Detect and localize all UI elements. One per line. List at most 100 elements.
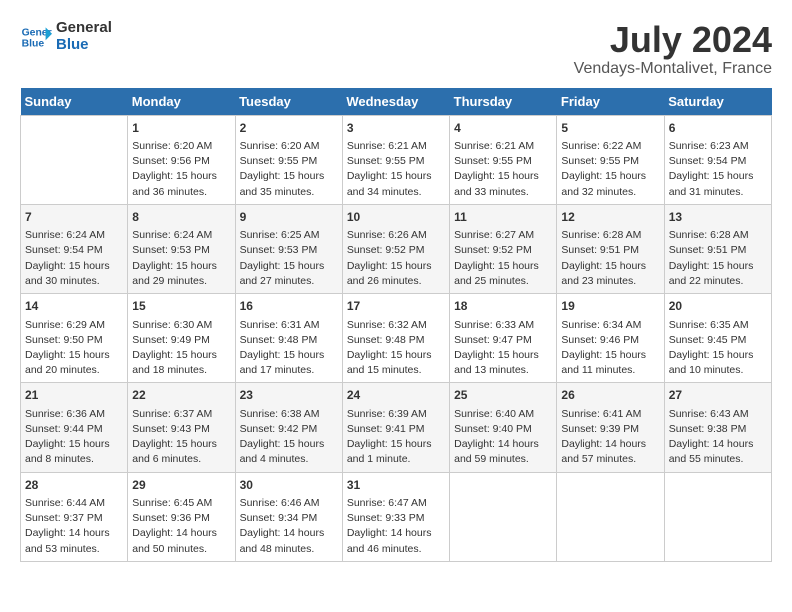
calendar-cell bbox=[21, 115, 128, 204]
day-info: Sunrise: 6:34 AMSunset: 9:46 PMDaylight:… bbox=[561, 318, 659, 379]
month-title: July 2024 bbox=[574, 20, 772, 60]
calendar-header-monday: Monday bbox=[128, 88, 235, 116]
day-info: Sunrise: 6:39 AMSunset: 9:41 PMDaylight:… bbox=[347, 407, 445, 468]
day-number: 18 bbox=[454, 298, 552, 315]
calendar-cell: 11Sunrise: 6:27 AMSunset: 9:52 PMDayligh… bbox=[450, 204, 557, 293]
calendar-header-row: SundayMondayTuesdayWednesdayThursdayFrid… bbox=[21, 88, 772, 116]
day-info: Sunrise: 6:46 AMSunset: 9:34 PMDaylight:… bbox=[240, 496, 338, 557]
calendar-cell: 9 Sunrise: 6:25 AMSunset: 9:53 PMDaylight… bbox=[235, 204, 342, 293]
calendar-cell: 6Sunrise: 6:23 AMSunset: 9:54 PMDaylight… bbox=[664, 115, 771, 204]
calendar-cell: 7 Sunrise: 6:24 AMSunset: 9:54 PMDaylight… bbox=[21, 204, 128, 293]
day-info: Sunrise: 6:21 AMSunset: 9:55 PMDaylight:… bbox=[454, 139, 552, 200]
day-number: 15 bbox=[132, 298, 230, 315]
day-info: Sunrise: 6:25 AMSunset: 9:53 PMDaylight:… bbox=[240, 228, 338, 289]
calendar-cell: 31 Sunrise: 6:47 AMSunset: 9:33 PMDayligh… bbox=[342, 472, 449, 561]
day-number: 24 bbox=[347, 387, 445, 404]
calendar-cell: 17 Sunrise: 6:32 AMSunset: 9:48 PMDayligh… bbox=[342, 294, 449, 383]
svg-text:Blue: Blue bbox=[22, 38, 45, 49]
day-info: Sunrise: 6:44 AMSunset: 9:37 PMDaylight:… bbox=[25, 496, 123, 557]
day-info: Sunrise: 6:47 AMSunset: 9:33 PMDaylight:… bbox=[347, 496, 445, 557]
calendar-header-thursday: Thursday bbox=[450, 88, 557, 116]
day-info: Sunrise: 6:35 AMSunset: 9:45 PMDaylight:… bbox=[669, 318, 767, 379]
calendar-cell: 12Sunrise: 6:28 AMSunset: 9:51 PMDayligh… bbox=[557, 204, 664, 293]
title-area: July 2024 Vendays-Montalivet, France bbox=[574, 20, 772, 78]
calendar-cell: 24 Sunrise: 6:39 AMSunset: 9:41 PMDayligh… bbox=[342, 383, 449, 472]
day-info: Sunrise: 6:28 AMSunset: 9:51 PMDaylight:… bbox=[669, 228, 767, 289]
calendar-cell: 29Sunrise: 6:45 AMSunset: 9:36 PMDayligh… bbox=[128, 472, 235, 561]
day-number: 28 bbox=[25, 477, 123, 494]
day-number: 5 bbox=[561, 120, 659, 137]
day-info: Sunrise: 6:23 AMSunset: 9:54 PMDaylight:… bbox=[669, 139, 767, 200]
day-info: Sunrise: 6:21 AMSunset: 9:55 PMDaylight:… bbox=[347, 139, 445, 200]
calendar-header-wednesday: Wednesday bbox=[342, 88, 449, 116]
calendar-cell: 18 Sunrise: 6:33 AMSunset: 9:47 PMDayligh… bbox=[450, 294, 557, 383]
day-number: 31 bbox=[347, 477, 445, 494]
day-number: 29 bbox=[132, 477, 230, 494]
header: General Blue General Blue July 2024 Vend… bbox=[20, 20, 772, 78]
day-number: 17 bbox=[347, 298, 445, 315]
day-number: 21 bbox=[25, 387, 123, 404]
calendar-week-1: 1 Sunrise: 6:20 AMSunset: 9:56 PMDaylight… bbox=[21, 115, 772, 204]
calendar-cell: 28 Sunrise: 6:44 AMSunset: 9:37 PMDayligh… bbox=[21, 472, 128, 561]
calendar-cell: 22Sunrise: 6:37 AMSunset: 9:43 PMDayligh… bbox=[128, 383, 235, 472]
day-info: Sunrise: 6:24 AMSunset: 9:54 PMDaylight:… bbox=[25, 228, 123, 289]
day-number: 9 bbox=[240, 209, 338, 226]
day-info: Sunrise: 6:22 AMSunset: 9:55 PMDaylight:… bbox=[561, 139, 659, 200]
calendar-cell: 21 Sunrise: 6:36 AMSunset: 9:44 PMDayligh… bbox=[21, 383, 128, 472]
day-number: 2 bbox=[240, 120, 338, 137]
calendar-header-sunday: Sunday bbox=[21, 88, 128, 116]
day-info: Sunrise: 6:30 AMSunset: 9:49 PMDaylight:… bbox=[132, 318, 230, 379]
day-number: 30 bbox=[240, 477, 338, 494]
day-number: 20 bbox=[669, 298, 767, 315]
day-number: 19 bbox=[561, 298, 659, 315]
calendar-header-friday: Friday bbox=[557, 88, 664, 116]
day-info: Sunrise: 6:31 AMSunset: 9:48 PMDaylight:… bbox=[240, 318, 338, 379]
calendar-cell: 8Sunrise: 6:24 AMSunset: 9:53 PMDaylight… bbox=[128, 204, 235, 293]
day-info: Sunrise: 6:36 AMSunset: 9:44 PMDaylight:… bbox=[25, 407, 123, 468]
calendar-cell: 30 Sunrise: 6:46 AMSunset: 9:34 PMDayligh… bbox=[235, 472, 342, 561]
logo-icon: General Blue bbox=[20, 21, 52, 53]
day-number: 3 bbox=[347, 120, 445, 137]
calendar-cell: 13 Sunrise: 6:28 AMSunset: 9:51 PMDayligh… bbox=[664, 204, 771, 293]
calendar-week-2: 7 Sunrise: 6:24 AMSunset: 9:54 PMDaylight… bbox=[21, 204, 772, 293]
day-number: 7 bbox=[25, 209, 123, 226]
logo-line2: Blue bbox=[56, 37, 112, 54]
day-info: Sunrise: 6:24 AMSunset: 9:53 PMDaylight:… bbox=[132, 228, 230, 289]
day-number: 27 bbox=[669, 387, 767, 404]
calendar-cell: 5 Sunrise: 6:22 AMSunset: 9:55 PMDaylight… bbox=[557, 115, 664, 204]
calendar-body: 1 Sunrise: 6:20 AMSunset: 9:56 PMDaylight… bbox=[21, 115, 772, 561]
day-number: 26 bbox=[561, 387, 659, 404]
calendar-cell: 19 Sunrise: 6:34 AMSunset: 9:46 PMDayligh… bbox=[557, 294, 664, 383]
logo-line1: General bbox=[56, 20, 112, 37]
day-number: 4 bbox=[454, 120, 552, 137]
day-number: 23 bbox=[240, 387, 338, 404]
calendar-cell: 4 Sunrise: 6:21 AMSunset: 9:55 PMDaylight… bbox=[450, 115, 557, 204]
day-info: Sunrise: 6:32 AMSunset: 9:48 PMDaylight:… bbox=[347, 318, 445, 379]
day-info: Sunrise: 6:20 AMSunset: 9:56 PMDaylight:… bbox=[132, 139, 230, 200]
calendar-week-3: 14Sunrise: 6:29 AMSunset: 9:50 PMDayligh… bbox=[21, 294, 772, 383]
day-number: 16 bbox=[240, 298, 338, 315]
day-number: 10 bbox=[347, 209, 445, 226]
calendar-cell bbox=[450, 472, 557, 561]
calendar-header-tuesday: Tuesday bbox=[235, 88, 342, 116]
location-subtitle: Vendays-Montalivet, France bbox=[574, 60, 772, 78]
day-number: 22 bbox=[132, 387, 230, 404]
day-number: 1 bbox=[132, 120, 230, 137]
calendar-cell: 14Sunrise: 6:29 AMSunset: 9:50 PMDayligh… bbox=[21, 294, 128, 383]
day-info: Sunrise: 6:40 AMSunset: 9:40 PMDaylight:… bbox=[454, 407, 552, 468]
day-number: 11 bbox=[454, 209, 552, 226]
calendar-cell: 3 Sunrise: 6:21 AMSunset: 9:55 PMDaylight… bbox=[342, 115, 449, 204]
day-info: Sunrise: 6:43 AMSunset: 9:38 PMDaylight:… bbox=[669, 407, 767, 468]
calendar-header-saturday: Saturday bbox=[664, 88, 771, 116]
calendar-cell: 1 Sunrise: 6:20 AMSunset: 9:56 PMDaylight… bbox=[128, 115, 235, 204]
calendar-cell bbox=[557, 472, 664, 561]
calendar-cell bbox=[664, 472, 771, 561]
day-number: 13 bbox=[669, 209, 767, 226]
calendar-cell: 15 Sunrise: 6:30 AMSunset: 9:49 PMDayligh… bbox=[128, 294, 235, 383]
day-info: Sunrise: 6:33 AMSunset: 9:47 PMDaylight:… bbox=[454, 318, 552, 379]
day-number: 25 bbox=[454, 387, 552, 404]
day-info: Sunrise: 6:41 AMSunset: 9:39 PMDaylight:… bbox=[561, 407, 659, 468]
day-number: 14 bbox=[25, 298, 123, 315]
day-info: Sunrise: 6:26 AMSunset: 9:52 PMDaylight:… bbox=[347, 228, 445, 289]
calendar-table: SundayMondayTuesdayWednesdayThursdayFrid… bbox=[20, 88, 772, 562]
